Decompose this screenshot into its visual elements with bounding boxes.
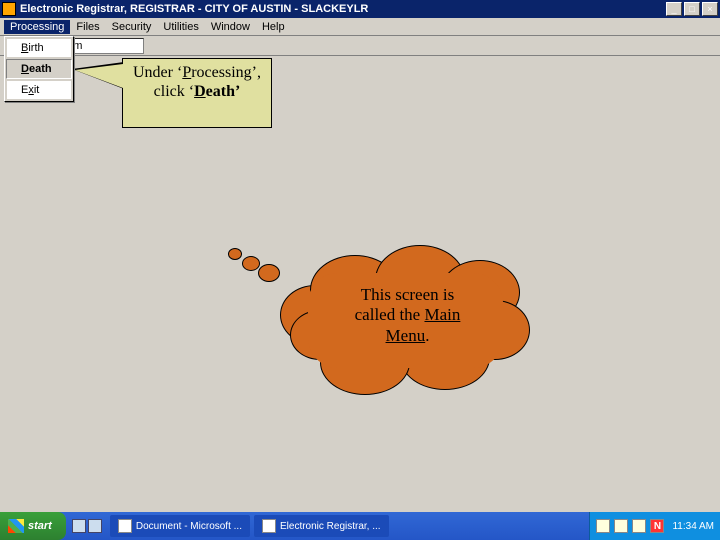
thought-dot-3 [258, 264, 280, 282]
word-icon [118, 519, 132, 533]
instruction-callout: Under ‘Processing’, click ‘Death’ [122, 58, 272, 128]
norton-icon[interactable]: N [650, 519, 664, 533]
thought-bubble: This screen is called the Main Menu. [280, 245, 530, 385]
taskbar: start Document - Microsoft ... Electroni… [0, 512, 720, 540]
start-button[interactable]: start [0, 512, 66, 540]
window-title: Electronic Registrar, REGISTRAR - CITY O… [20, 3, 666, 15]
menu-processing[interactable]: Processing [4, 20, 70, 34]
quick-launch [66, 519, 108, 533]
callout-line1: Under ‘Processing’, [133, 64, 261, 81]
windows-logo-icon [8, 519, 24, 533]
taskbar-item-label: Electronic Registrar, ... [280, 521, 381, 532]
taskbar-item-registrar[interactable]: Electronic Registrar, ... [254, 515, 389, 537]
taskbar-item-document[interactable]: Document - Microsoft ... [110, 515, 250, 537]
window-controls: _ □ × [666, 2, 718, 16]
maximize-button[interactable]: □ [684, 2, 700, 16]
callout-line2: click ‘Death’ [154, 83, 241, 100]
tray-icon[interactable] [596, 519, 610, 533]
start-label: start [28, 520, 52, 532]
minimize-button[interactable]: _ [666, 2, 682, 16]
taskbar-item-label: Document - Microsoft ... [136, 521, 242, 532]
menubar: Processing Files Security Utilities Wind… [0, 18, 720, 36]
menu-window[interactable]: Window [205, 20, 256, 34]
thought-dot-2 [242, 256, 260, 271]
quick-launch-icon[interactable] [88, 519, 102, 533]
window-titlebar: Electronic Registrar, REGISTRAR - CITY O… [0, 0, 720, 18]
dropdown-exit[interactable]: Exit [6, 80, 72, 100]
menu-files[interactable]: Files [70, 20, 105, 34]
quick-launch-icon[interactable] [72, 519, 86, 533]
address-bar: enesisinfo.com [0, 36, 720, 56]
tray-icon[interactable] [632, 519, 646, 533]
callout-tail-fill [75, 64, 123, 88]
tray-icon[interactable] [614, 519, 628, 533]
taskbar-clock[interactable]: 11:34 AM [672, 521, 714, 532]
menu-security[interactable]: Security [106, 20, 158, 34]
menu-help[interactable]: Help [256, 20, 291, 34]
thought-text: This screen is called the Main Menu. [320, 285, 495, 346]
menu-utilities[interactable]: Utilities [157, 20, 204, 34]
thought-dot-1 [228, 248, 242, 260]
dropdown-death[interactable]: Death [6, 59, 72, 79]
system-tray: N 11:34 AM [589, 512, 720, 540]
dropdown-birth[interactable]: Birth [6, 38, 72, 58]
app-icon [2, 2, 16, 16]
processing-dropdown: Birth Death Exit [4, 36, 74, 102]
close-button[interactable]: × [702, 2, 718, 16]
app-icon [262, 519, 276, 533]
